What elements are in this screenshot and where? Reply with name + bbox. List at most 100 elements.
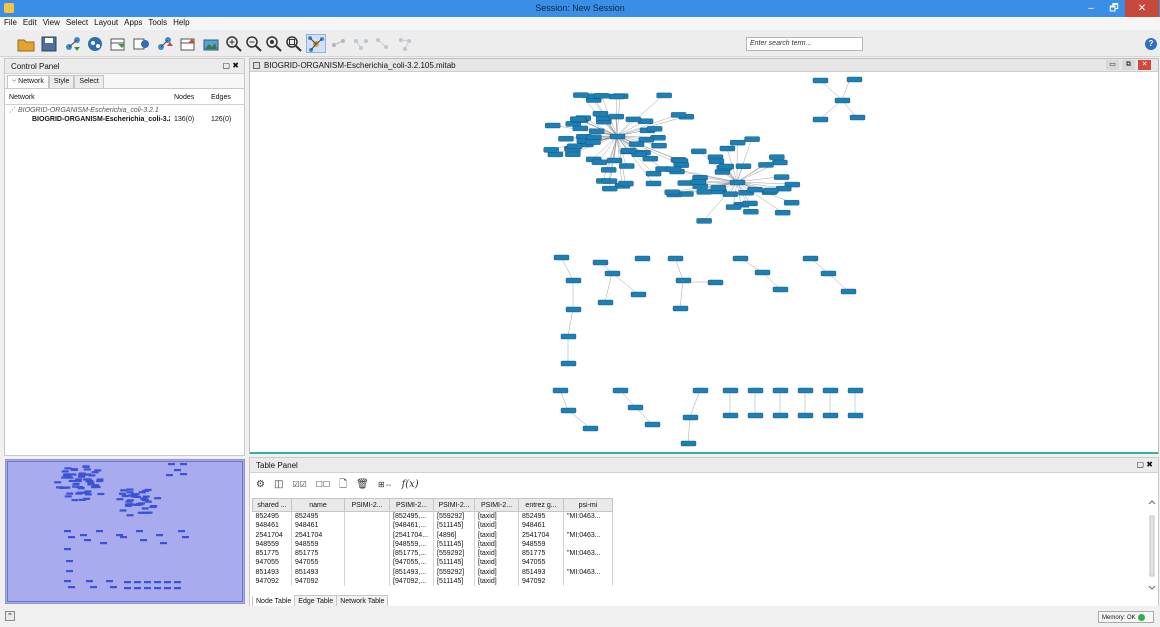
network-node[interactable] bbox=[620, 147, 637, 154]
column-toggle-icon[interactable]: ◫ bbox=[274, 479, 283, 490]
show-all-button[interactable] bbox=[351, 34, 371, 53]
network-node[interactable] bbox=[543, 147, 559, 153]
menu-select[interactable]: Select bbox=[63, 17, 91, 27]
network-node[interactable] bbox=[772, 412, 789, 419]
close-button[interactable]: ✕ bbox=[1125, 0, 1159, 17]
network-node[interactable] bbox=[672, 305, 689, 312]
save-session-button[interactable] bbox=[39, 34, 59, 53]
show-hide-button[interactable] bbox=[372, 34, 392, 53]
network-node[interactable] bbox=[834, 97, 851, 104]
table-cell[interactable]: 2541704 bbox=[291, 530, 345, 540]
network-graph[interactable] bbox=[250, 72, 1158, 452]
network-node[interactable] bbox=[722, 387, 739, 394]
network-node[interactable] bbox=[822, 387, 839, 394]
column-psimi-1[interactable]: PSIMI-2... bbox=[344, 498, 390, 512]
network-node[interactable] bbox=[651, 142, 667, 149]
gear-icon[interactable]: ⚙ bbox=[256, 479, 265, 490]
import-table-file-button[interactable] bbox=[108, 34, 128, 53]
table-cell[interactable]: 947092 bbox=[252, 577, 292, 587]
network-node[interactable] bbox=[744, 136, 760, 142]
network-node[interactable] bbox=[656, 92, 672, 99]
network-node[interactable] bbox=[775, 209, 791, 216]
table-row[interactable]: 947055 947055 [947055,... [511145] [taxid] 94… bbox=[252, 558, 613, 568]
network-edge[interactable] bbox=[687, 416, 691, 444]
network-node[interactable] bbox=[758, 162, 774, 168]
table-cell[interactable]: "MI:0463... bbox=[563, 530, 613, 540]
tab-select[interactable]: Select bbox=[74, 75, 104, 88]
network-node[interactable] bbox=[600, 167, 617, 173]
network-node[interactable] bbox=[743, 209, 759, 215]
network-node[interactable] bbox=[772, 159, 788, 166]
column-entrez-gene[interactable]: entrez g... bbox=[518, 498, 564, 512]
network-node[interactable] bbox=[730, 139, 746, 146]
fit-content-button[interactable] bbox=[284, 34, 304, 53]
network-node[interactable] bbox=[585, 139, 601, 145]
menu-help[interactable]: Help bbox=[170, 17, 192, 27]
table-cell[interactable]: [taxid] bbox=[474, 549, 519, 559]
network-node[interactable] bbox=[667, 255, 684, 262]
table-cell[interactable]: 947092 bbox=[291, 577, 345, 587]
network-node[interactable] bbox=[625, 116, 642, 123]
table-cell[interactable] bbox=[344, 539, 390, 550]
table-cell[interactable]: 2541704 bbox=[252, 530, 292, 540]
network-node[interactable] bbox=[602, 185, 618, 192]
table-cell[interactable]: 947055 bbox=[518, 558, 564, 568]
network-node[interactable] bbox=[627, 404, 644, 411]
table-cell[interactable]: [taxid] bbox=[474, 567, 519, 578]
table-cell[interactable]: [559292] bbox=[433, 511, 475, 522]
menu-view[interactable]: View bbox=[40, 17, 63, 27]
table-cell[interactable]: [taxid] bbox=[474, 511, 519, 522]
memory-status[interactable]: Memory: OK bbox=[1098, 611, 1154, 623]
network-node[interactable] bbox=[735, 163, 752, 169]
network-node[interactable] bbox=[690, 179, 707, 185]
table-cell[interactable]: 2541704 bbox=[518, 530, 564, 540]
table-cell[interactable]: [taxid] bbox=[474, 530, 519, 540]
export-table-button[interactable] bbox=[178, 34, 198, 53]
network-node[interactable] bbox=[682, 414, 699, 421]
zoom-selected-button[interactable] bbox=[264, 34, 284, 53]
network-node[interactable] bbox=[797, 412, 814, 419]
tab-network[interactable]: ⑂ Network bbox=[7, 75, 49, 88]
network-column-header[interactable]: Network bbox=[5, 92, 170, 105]
help-icon[interactable]: ? bbox=[1145, 38, 1157, 50]
network-node[interactable] bbox=[769, 154, 785, 160]
table-cell[interactable]: [559292] bbox=[433, 549, 475, 559]
network-node[interactable] bbox=[772, 286, 789, 293]
network-node[interactable] bbox=[664, 189, 680, 195]
network-node[interactable] bbox=[638, 136, 655, 143]
table-cell[interactable]: 948461 bbox=[291, 521, 345, 531]
table-cell[interactable]: [511145] bbox=[433, 558, 475, 568]
network-node[interactable] bbox=[592, 259, 609, 266]
network-node[interactable] bbox=[565, 306, 582, 313]
table-cell[interactable]: [511145] bbox=[433, 577, 475, 587]
minimize-button[interactable]: – bbox=[1079, 0, 1103, 17]
network-node[interactable] bbox=[558, 136, 574, 142]
table-cell[interactable]: 851775 bbox=[252, 549, 292, 559]
link-table-icon[interactable]: ⊞⇔ bbox=[378, 480, 393, 489]
network-node[interactable] bbox=[646, 126, 663, 132]
network-node[interactable] bbox=[846, 76, 863, 83]
table-cell[interactable]: [2541704... bbox=[389, 530, 434, 540]
network-edge[interactable] bbox=[608, 135, 618, 170]
table-cell[interactable]: [taxid] bbox=[474, 539, 519, 550]
network-node[interactable] bbox=[754, 269, 771, 276]
network-node[interactable] bbox=[560, 407, 577, 414]
table-cell[interactable]: [947055,... bbox=[389, 558, 434, 568]
network-node[interactable] bbox=[566, 143, 583, 149]
table-row[interactable]: 851493 851493 [851493,... [559292] [taxid] 85… bbox=[252, 567, 613, 578]
export-image-button[interactable] bbox=[201, 34, 221, 53]
network-node[interactable] bbox=[696, 189, 712, 195]
new-network-from-selection-button[interactable] bbox=[395, 34, 415, 53]
network-edge[interactable] bbox=[689, 389, 701, 418]
table-cell[interactable]: [4896] bbox=[433, 530, 475, 540]
table-cell[interactable]: [taxid] bbox=[474, 577, 519, 587]
column-shared-name[interactable]: shared ... bbox=[252, 498, 292, 512]
network-node[interactable] bbox=[645, 180, 662, 187]
network-node[interactable] bbox=[812, 116, 829, 123]
table-row[interactable]: 947092 947092 [947092,... [511145] [taxid] 94… bbox=[252, 577, 613, 587]
network-node[interactable] bbox=[718, 163, 734, 170]
menu-file[interactable]: File bbox=[0, 17, 20, 27]
network-node[interactable] bbox=[722, 412, 739, 419]
table-cell[interactable] bbox=[563, 521, 613, 531]
nodes-column-header[interactable]: Nodes bbox=[170, 92, 207, 105]
